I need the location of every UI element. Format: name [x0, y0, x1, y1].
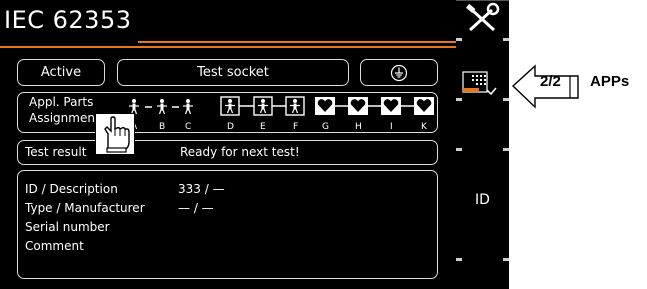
- id-softkey-label: ID: [475, 192, 490, 208]
- part-k-type-cf-icon: [414, 97, 434, 115]
- part-letter: H: [355, 122, 362, 132]
- part-b-type-b-icon: [157, 99, 167, 115]
- apps-page-indicator: 2/2: [540, 73, 561, 90]
- apps-softkey[interactable]: [456, 68, 509, 104]
- setup-softkey[interactable]: [456, 0, 509, 38]
- test-result-label: Test result: [25, 145, 87, 159]
- part-letter: B: [159, 122, 166, 132]
- part-letter: D: [227, 122, 234, 132]
- test-result-value: Ready for next test!: [180, 145, 300, 159]
- apps-callout-label: APPs: [590, 73, 630, 90]
- serial-number-label: Serial number: [25, 220, 110, 234]
- device-screen: IEC 62353 Active Test socket Appl. Parts…: [0, 0, 456, 289]
- id-description-label: ID / Description: [25, 182, 118, 196]
- part-e-type-bf-icon: [253, 96, 273, 116]
- part-g-type-cf-icon: [315, 97, 335, 115]
- part-f-type-bf-icon: [285, 96, 305, 116]
- pointing-hand-icon: [95, 113, 135, 155]
- id-description-value: 333 / —: [178, 182, 225, 196]
- part-letter: E: [260, 122, 266, 132]
- part-letter: F: [293, 122, 299, 132]
- part-i-type-cf-icon: [381, 97, 401, 115]
- part-letter: G: [322, 122, 329, 132]
- part-h-type-cf-icon: [348, 97, 368, 115]
- part-letter: C: [185, 122, 192, 132]
- part-c-type-b-icon: [183, 99, 193, 115]
- applied-parts-symbols: [129, 96, 434, 116]
- tools-icon: [466, 2, 500, 32]
- softkey-bar: [456, 0, 509, 289]
- part-a-type-b-icon: [129, 99, 139, 115]
- type-manufacturer-value: — / —: [178, 201, 214, 215]
- part-letter: I: [390, 122, 393, 132]
- apps-icon: [462, 71, 497, 96]
- type-manufacturer-label: Type / Manufacturer: [25, 201, 145, 215]
- part-letter: K: [421, 122, 427, 132]
- comment-label: Comment: [25, 239, 84, 253]
- part-d-type-bf-icon: [220, 96, 240, 116]
